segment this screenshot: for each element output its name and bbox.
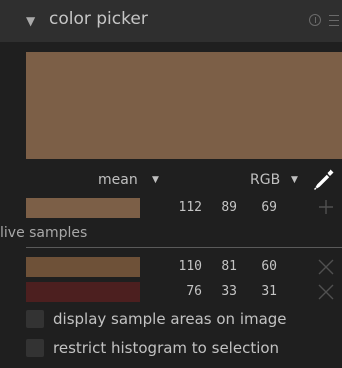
close-icon[interactable] — [316, 257, 336, 277]
current-sample-swatch[interactable] — [26, 198, 140, 218]
plus-icon[interactable] — [316, 197, 336, 217]
live-sample-b: 60 — [261, 259, 277, 274]
live-sample-swatch[interactable] — [26, 257, 140, 277]
live-sample-g: 81 — [221, 259, 237, 274]
restrict-histogram-label: restrict histogram to selection — [53, 339, 280, 357]
display-sample-areas-option[interactable]: display sample areas on image — [26, 309, 287, 329]
current-sample-b: 69 — [261, 200, 277, 215]
statistic-select[interactable]: mean — [98, 170, 138, 190]
current-sample-r: 112 — [178, 200, 202, 215]
triangle-down-icon[interactable]: ▼ — [26, 13, 35, 29]
current-sample-g: 89 — [221, 200, 237, 215]
live-sample-r: 110 — [178, 259, 202, 274]
statistic-dropdown-arrow-icon[interactable]: ▼ — [152, 170, 159, 190]
color-picker-panel: ▼ color picker mean ▼ RGB ▼ 112 89 69 li… — [0, 0, 342, 368]
restrict-histogram-checkbox[interactable] — [26, 339, 44, 357]
color-space-select[interactable]: RGB — [250, 170, 280, 190]
hamburger-menu-icon[interactable] — [329, 15, 339, 26]
close-icon[interactable] — [316, 282, 336, 302]
display-sample-areas-label: display sample areas on image — [53, 310, 287, 328]
color-space-dropdown-arrow-icon[interactable]: ▼ — [291, 170, 298, 190]
module-header[interactable]: ▼ color picker — [0, 0, 342, 42]
eyedropper-icon[interactable] — [311, 166, 337, 192]
divider — [26, 247, 342, 248]
restrict-histogram-option[interactable]: restrict histogram to selection — [26, 338, 279, 358]
live-sample-g: 33 — [221, 284, 237, 299]
picked-color-swatch — [26, 52, 342, 159]
display-sample-areas-checkbox[interactable] — [26, 310, 44, 328]
live-sample-b: 31 — [261, 284, 277, 299]
live-sample-r: 76 — [186, 284, 202, 299]
live-samples-label: live samples — [0, 225, 88, 241]
module-title: color picker — [49, 9, 148, 29]
live-sample-swatch[interactable] — [26, 282, 140, 302]
info-icon[interactable] — [309, 14, 321, 26]
